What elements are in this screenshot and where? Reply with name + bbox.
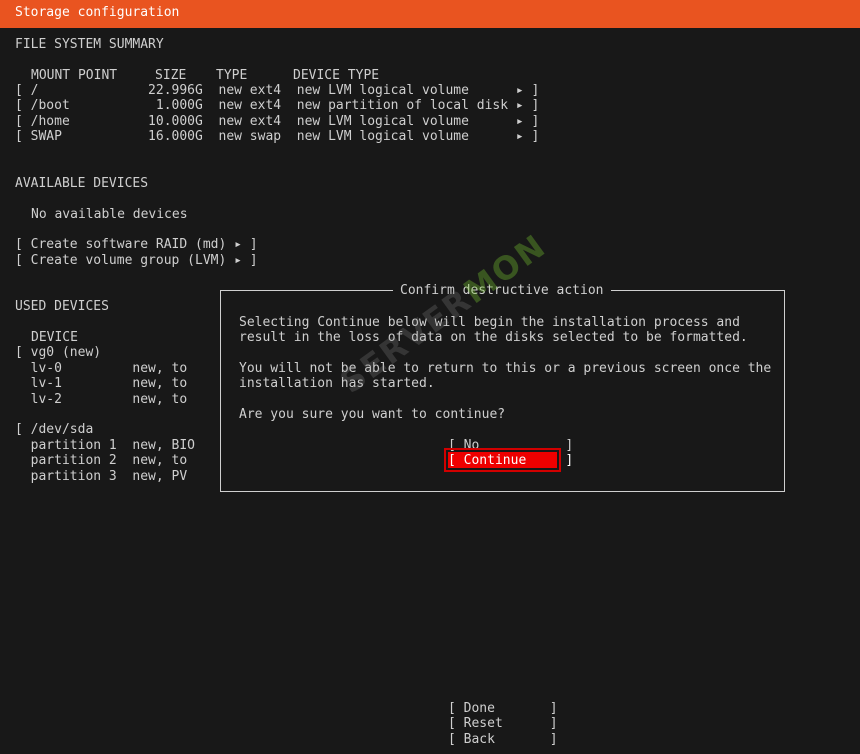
used-devices-heading: USED DEVICES <box>15 299 109 314</box>
done-button[interactable]: [ Done ] <box>448 701 558 716</box>
used-partition-2: partition 2 new, to <box>15 453 188 468</box>
create-volume-group-button[interactable]: [ Create volume group (LVM) ▸ ] <box>15 253 258 268</box>
fs-summary-heading: FILE SYSTEM SUMMARY <box>15 37 164 52</box>
reset-button[interactable]: [ Reset ] <box>448 716 558 731</box>
fs-row-boot[interactable]: [ /boot 1.000G new ext4 new partition of… <box>15 98 539 113</box>
fs-row-home[interactable]: [ /home 10.000G new ext4 new LVM logical… <box>15 114 539 129</box>
col-device-type: DEVICE TYPE <box>293 68 380 83</box>
back-button[interactable]: [ Back ] <box>448 732 558 747</box>
col-device: DEVICE <box>31 330 78 345</box>
used-partition-1: partition 1 new, BIO <box>15 438 196 453</box>
col-type: TYPE <box>216 68 248 83</box>
dialog-text-4: installation has started. <box>239 376 435 391</box>
col-mount-point: MOUNT POINT <box>31 68 118 83</box>
no-devices-text: No available devices <box>31 207 188 222</box>
fs-row-root[interactable]: [ / 22.996G new ext4 new LVM logical vol… <box>15 83 539 98</box>
create-raid-button[interactable]: [ Create software RAID (md) ▸ ] <box>15 237 258 252</box>
continue-focus-ring <box>444 448 561 472</box>
used-lv-1: lv-1 new, to <box>15 376 188 391</box>
fs-row-swap[interactable]: [ SWAP 16.000G new swap new LVM logical … <box>15 129 539 144</box>
used-partition-3: partition 3 new, PV <box>15 469 188 484</box>
dialog-text-3: You will not be able to return to this o… <box>239 361 772 376</box>
page-title: Storage configuration <box>15 5 180 20</box>
used-dev-sda[interactable]: [ /dev/sda <box>15 422 93 437</box>
dialog-text-2: result in the loss of data on the disks … <box>239 330 748 345</box>
col-size: SIZE <box>155 68 187 83</box>
dialog-question: Are you sure you want to continue? <box>239 407 506 422</box>
title-bar: Storage configuration <box>0 0 860 28</box>
used-lv-0: lv-0 new, to <box>15 361 188 376</box>
used-vg0[interactable]: [ vg0 (new) <box>15 345 101 360</box>
available-devices-heading: AVAILABLE DEVICES <box>15 176 149 191</box>
used-lv-2: lv-2 new, to <box>15 392 188 407</box>
dialog-text-1: Selecting Continue below will begin the … <box>239 315 740 330</box>
